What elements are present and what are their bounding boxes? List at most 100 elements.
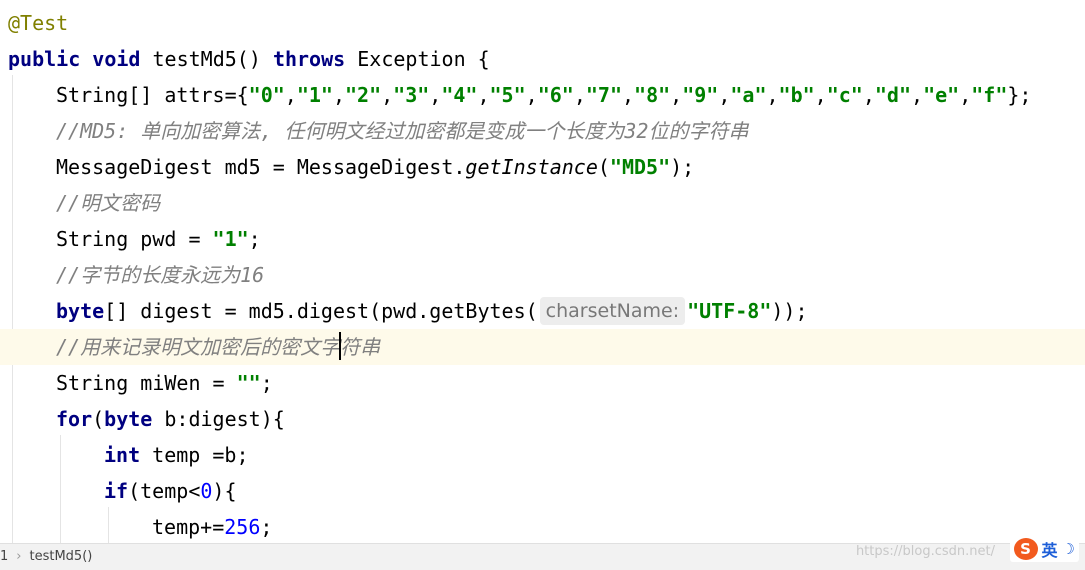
attrs-value-string: "7" xyxy=(585,83,622,107)
attrs-comma: , xyxy=(525,83,538,107)
annotation-token: @Test xyxy=(8,11,69,35)
attrs-end: }; xyxy=(1007,83,1032,107)
code-line-comment-md5: //MD5: 单向加密算法, 任何明文经过加密都是变成一个长度为32位的字符串 xyxy=(0,113,1085,149)
breadcrumb[interactable]: 1 › testMd5() xyxy=(0,549,92,564)
comment-md5: //MD5: 单向加密算法, 任何明文经过加密都是变成一个长度为32位的字符串 xyxy=(56,119,749,143)
attrs-comma: , xyxy=(718,83,731,107)
if-open: (temp xyxy=(128,479,189,503)
attrs-comma: , xyxy=(959,83,972,107)
for-open: ( xyxy=(92,407,105,431)
keyword-byte: byte xyxy=(56,299,105,323)
attrs-value-string: "8" xyxy=(634,83,671,107)
keyword-if: if xyxy=(104,479,129,503)
attrs-values: "0","1","2","3","4","5","6","7","8","9",… xyxy=(249,83,1008,107)
md5-string-arg: "MD5" xyxy=(609,155,671,179)
attrs-comma: , xyxy=(429,83,442,107)
code-editor[interactable]: @Test public void testMd5() throws Excep… xyxy=(0,0,1085,543)
code-line-digest: byte[] digest = md5.digest(pwd.getBytes(… xyxy=(0,293,1085,329)
attrs-value-string: "d" xyxy=(874,83,912,107)
attrs-comma: , xyxy=(573,83,586,107)
ime-language-toggle[interactable]: 英 xyxy=(1042,537,1058,561)
attrs-value-string: "2" xyxy=(345,83,382,107)
code-line-temp: temp+=256; xyxy=(0,509,1085,543)
code-line-annotation: @Test xyxy=(0,5,1085,41)
attrs-comma: , xyxy=(381,83,394,107)
comment-len: //字节的长度永远为16 xyxy=(56,263,265,287)
open-brace: { xyxy=(477,47,490,71)
md5-open-paren: ( xyxy=(597,155,610,179)
code-line-comment-len: //字节的长度永远为16 xyxy=(0,257,1085,293)
attrs-comma: , xyxy=(862,83,875,107)
int-rest: temp =b; xyxy=(140,443,249,467)
miwen-prefix: String miWen = xyxy=(56,371,237,395)
comment-record-before-caret: //用来记录明文加密后的密文字 xyxy=(56,335,341,359)
attrs-value-string: "1" xyxy=(296,83,333,107)
attrs-value-string: "9" xyxy=(682,83,719,107)
code-line-if: if(temp<0){ xyxy=(0,473,1085,509)
attrs-value-string: "b" xyxy=(778,83,815,107)
attrs-declaration: String[] attrs={ xyxy=(56,83,249,107)
pwd-value: "1" xyxy=(212,227,249,251)
breadcrumb-method[interactable]: testMd5() xyxy=(29,549,92,564)
attrs-comma: , xyxy=(814,83,827,107)
attrs-comma: , xyxy=(621,83,635,107)
get-instance-method: getInstance xyxy=(465,155,598,179)
status-bar: 1 › testMd5() https://blog.csdn.net/ S 英 ☽ xyxy=(0,536,1085,570)
code-line-int: int temp =b; xyxy=(0,437,1085,473)
moon-icon[interactable]: ☽ xyxy=(1062,540,1075,558)
temp-end: ; xyxy=(260,515,273,539)
keyword-public: public xyxy=(8,47,81,71)
attrs-value-string: "a" xyxy=(730,83,767,107)
attrs-comma: , xyxy=(670,83,683,107)
code-line-pwd: String pwd = "1"; xyxy=(0,221,1085,257)
attrs-comma: , xyxy=(284,83,297,107)
attrs-comma: , xyxy=(477,83,490,107)
md5-close: ); xyxy=(670,155,695,179)
method-name: testMd5() xyxy=(152,47,261,71)
attrs-value-string: "e" xyxy=(923,83,960,107)
code-line-signature: public void testMd5() throws Exception { xyxy=(0,41,1085,77)
breadcrumb-prefix: 1 xyxy=(0,549,9,564)
keyword-void: void xyxy=(92,47,141,71)
code-line-for: for(byte b:digest){ xyxy=(0,401,1085,437)
watermark: https://blog.csdn.net/ xyxy=(855,544,995,559)
charset-string-arg: "UTF-8" xyxy=(687,299,772,323)
parameter-hint: charsetName: xyxy=(539,297,686,325)
code-line-comment-record[interactable]: //用来记录明文加密后的密文字符串 xyxy=(0,329,1085,365)
keyword-for: for xyxy=(56,407,93,431)
temp-prefix: temp+= xyxy=(152,515,225,539)
comment-pwd: //明文密码 xyxy=(56,191,161,215)
for-rest: b:digest){ xyxy=(152,407,285,431)
digest-end: )); xyxy=(771,299,808,323)
attrs-comma: , xyxy=(332,83,345,107)
keyword-int: int xyxy=(104,443,141,467)
attrs-value-string: "0" xyxy=(248,83,285,107)
miwen-end: ; xyxy=(260,371,273,395)
keyword-throws: throws xyxy=(272,47,346,71)
attrs-comma: , xyxy=(911,83,924,107)
sogou-logo-icon[interactable]: S xyxy=(1013,538,1038,560)
attrs-value-string: "6" xyxy=(537,83,574,107)
attrs-value-string: "f" xyxy=(971,83,1008,107)
attrs-value-string: "c" xyxy=(826,83,863,107)
code-line-miwen: String miWen = ""; xyxy=(0,365,1085,401)
attrs-value-string: "3" xyxy=(393,83,430,107)
attrs-comma: , xyxy=(766,83,779,107)
if-number: 0 xyxy=(200,479,213,503)
if-close: ){ xyxy=(212,479,237,503)
temp-number: 256 xyxy=(224,515,261,539)
ime-indicator[interactable]: S 英 ☽ xyxy=(1009,536,1079,562)
md5-prefix: MessageDigest md5 = MessageDigest. xyxy=(56,155,466,179)
breadcrumb-separator-icon: › xyxy=(16,549,22,564)
if-operator: < xyxy=(188,479,201,503)
code-line-comment-pwd: //明文密码 xyxy=(0,185,1085,221)
digest-mid: [] digest = md5.digest(pwd.getBytes( xyxy=(104,299,538,323)
attrs-value-string: "5" xyxy=(489,83,526,107)
code-line-attrs: String[] attrs={"0","1","2","3","4","5",… xyxy=(0,77,1085,113)
pwd-prefix: String pwd = xyxy=(56,227,213,251)
code-line-md5: MessageDigest md5 = MessageDigest.getIns… xyxy=(0,149,1085,185)
miwen-value: "" xyxy=(236,371,261,395)
keyword-byte-loop: byte xyxy=(104,407,153,431)
attrs-value-string: "4" xyxy=(441,83,478,107)
exception-type: Exception xyxy=(357,47,466,71)
